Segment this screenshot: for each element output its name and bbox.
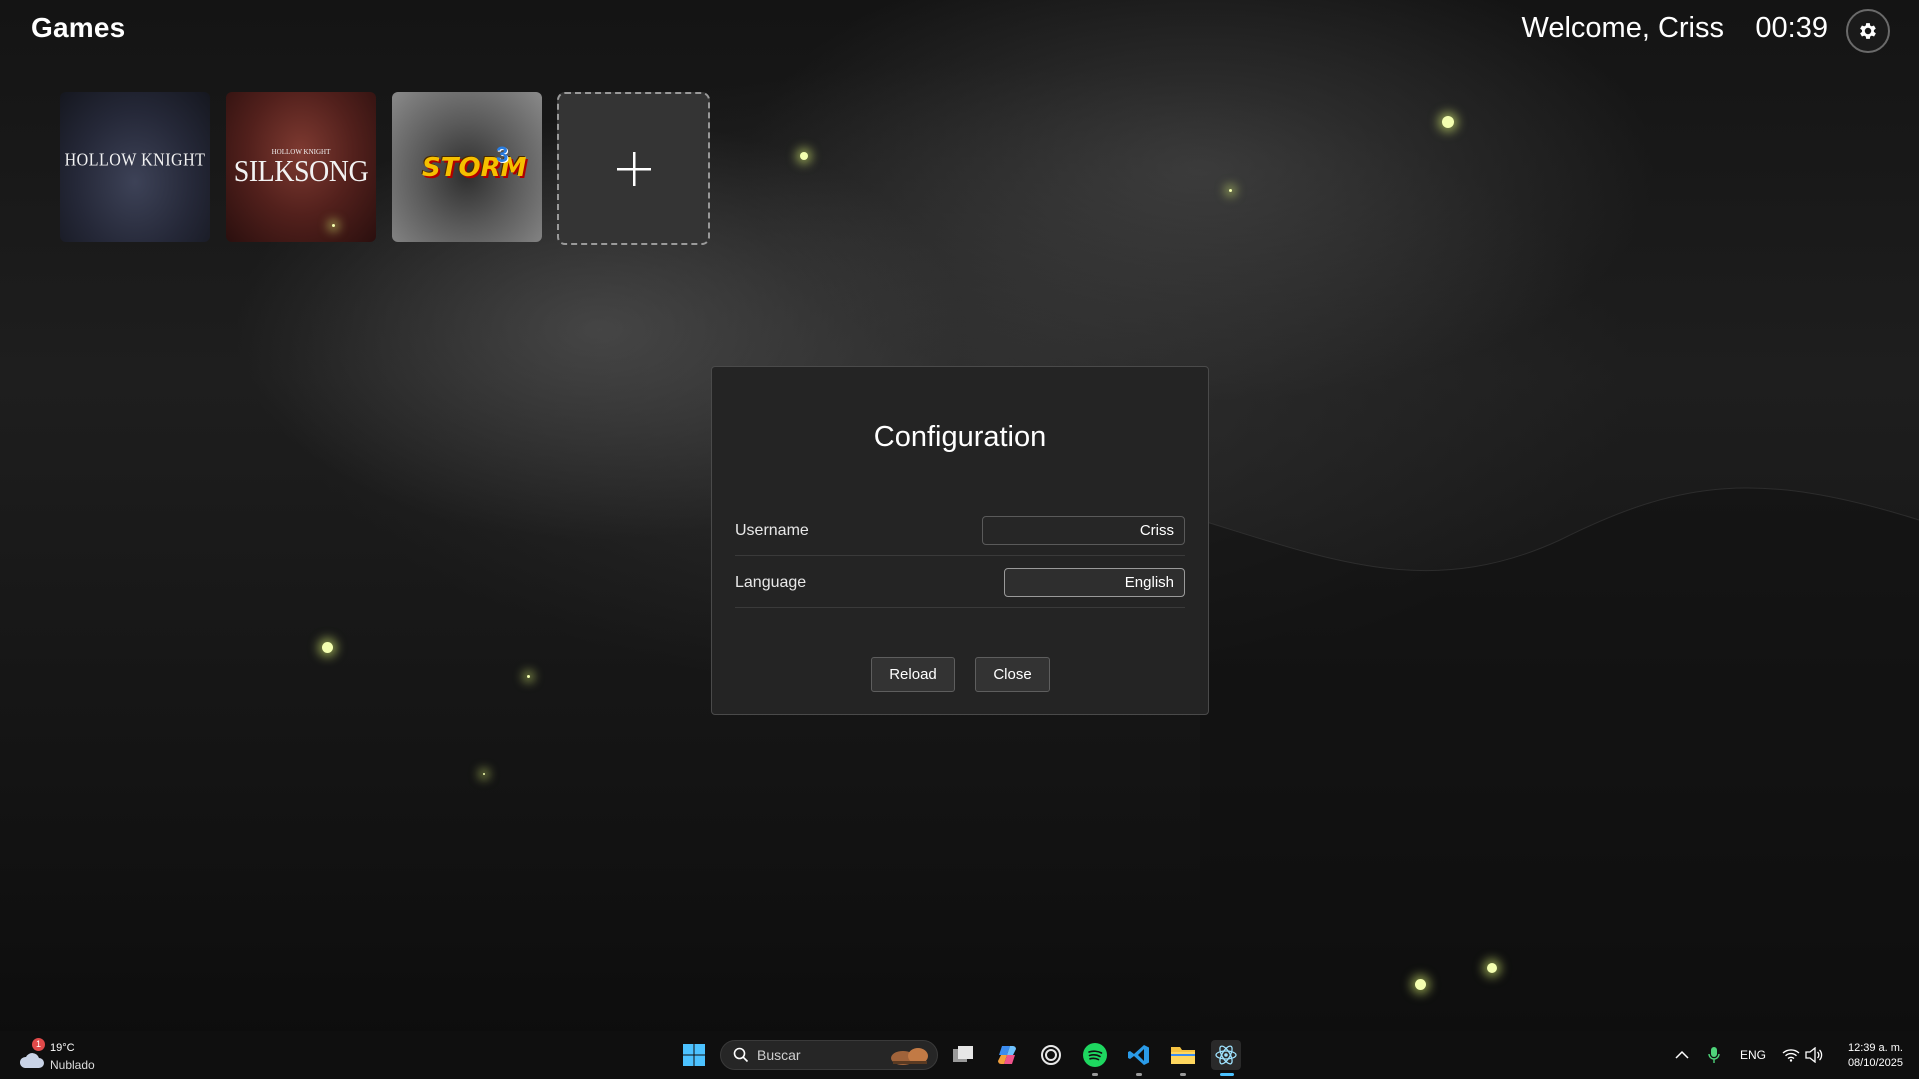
firefly bbox=[527, 675, 530, 678]
firefly bbox=[1442, 116, 1454, 128]
weather-alert-badge: 1 bbox=[32, 1038, 45, 1051]
username-row: Username bbox=[735, 505, 1185, 556]
weather-widget[interactable]: 1 19°C Nublado bbox=[18, 1038, 108, 1074]
clock: 00:39 bbox=[1755, 12, 1828, 44]
game-tile-silksong[interactable]: HOLLOW KNIGHT SILKSONG bbox=[226, 92, 376, 242]
taskbar-date: 08/10/2025 bbox=[1847, 1057, 1903, 1069]
microphone-button[interactable] bbox=[1699, 1040, 1729, 1070]
game-logo: HOLLOW KNIGHT bbox=[64, 150, 206, 171]
game-logo: SILKSONG bbox=[233, 154, 369, 189]
game-logo-badge: 3 bbox=[496, 142, 509, 167]
start-button[interactable] bbox=[679, 1040, 709, 1070]
clock-date[interactable]: 12:39 a. m. 08/10/2025 bbox=[1848, 1041, 1903, 1071]
dialog-title: Configuration bbox=[873, 421, 1047, 453]
task-view-icon bbox=[953, 1046, 973, 1062]
gear-icon bbox=[1860, 23, 1876, 39]
firefly bbox=[800, 152, 808, 160]
settings-button[interactable] bbox=[1846, 9, 1890, 53]
running-indicator bbox=[1180, 1073, 1186, 1076]
spotify-icon bbox=[1083, 1043, 1107, 1067]
app-button-circle[interactable] bbox=[1036, 1040, 1066, 1070]
vscode-icon bbox=[1128, 1045, 1149, 1065]
firefly bbox=[322, 642, 333, 653]
active-indicator bbox=[1220, 1073, 1234, 1076]
reload-button[interactable]: Reload bbox=[871, 657, 955, 692]
show-hidden-icons-button[interactable] bbox=[1667, 1040, 1697, 1070]
microphone-icon bbox=[1708, 1047, 1720, 1063]
speaker-icon bbox=[1805, 1047, 1823, 1063]
close-button[interactable]: Close bbox=[975, 657, 1050, 692]
file-explorer-button[interactable] bbox=[1168, 1040, 1198, 1076]
firefly bbox=[1415, 979, 1426, 990]
search-placeholder: Buscar bbox=[757, 1047, 801, 1063]
add-game-button[interactable] bbox=[557, 92, 710, 245]
taskbar: 1 19°C Nublado Buscar ENG 12:39 a. m. 08… bbox=[0, 1031, 1919, 1079]
chevron-up-icon bbox=[1675, 1050, 1689, 1059]
game-tile-naruto-storm-3[interactable]: STORM 3 bbox=[392, 92, 542, 242]
weather-temperature: 19°C bbox=[50, 1042, 75, 1054]
welcome-text: Welcome, Criss bbox=[1521, 12, 1725, 44]
windows-icon bbox=[683, 1044, 705, 1066]
electron-app-button[interactable] bbox=[1211, 1040, 1241, 1076]
firefly bbox=[332, 224, 335, 227]
page-title: Games bbox=[31, 12, 126, 43]
taskbar-time: 12:39 a. m. bbox=[1847, 1042, 1903, 1054]
firefly bbox=[1229, 189, 1232, 192]
configuration-dialog: Configuration Username Language English … bbox=[711, 366, 1209, 715]
volume-button[interactable] bbox=[1799, 1040, 1829, 1070]
language-label: Language bbox=[735, 574, 807, 591]
folder-icon bbox=[1171, 1047, 1195, 1064]
vscode-button[interactable] bbox=[1124, 1040, 1154, 1076]
username-field[interactable] bbox=[982, 516, 1185, 545]
circle-app-icon bbox=[1041, 1045, 1061, 1065]
running-indicator bbox=[1136, 1073, 1142, 1076]
input-language-indicator[interactable]: ENG bbox=[1740, 1048, 1766, 1062]
running-indicator bbox=[1092, 1073, 1098, 1076]
electron-icon bbox=[1215, 1045, 1237, 1065]
wifi-icon bbox=[1782, 1049, 1800, 1062]
plus-icon bbox=[616, 151, 651, 186]
spotify-button[interactable] bbox=[1080, 1040, 1110, 1076]
search-highlight-icon bbox=[891, 1048, 928, 1065]
game-tile-hollow-knight[interactable]: HOLLOW KNIGHT bbox=[60, 92, 210, 242]
username-label: Username bbox=[735, 522, 809, 539]
copilot-icon bbox=[998, 1046, 1016, 1064]
language-row: Language English bbox=[735, 557, 1185, 608]
firefly bbox=[483, 773, 485, 775]
weather-description: Nublado bbox=[50, 1058, 95, 1072]
language-select[interactable]: English bbox=[1004, 568, 1185, 597]
cloud-icon bbox=[19, 1053, 44, 1068]
search-icon bbox=[733, 1047, 749, 1063]
firefly bbox=[1487, 963, 1497, 973]
taskbar-search[interactable]: Buscar bbox=[720, 1040, 938, 1070]
task-view-button[interactable] bbox=[948, 1040, 978, 1070]
copilot-button[interactable] bbox=[992, 1040, 1022, 1070]
